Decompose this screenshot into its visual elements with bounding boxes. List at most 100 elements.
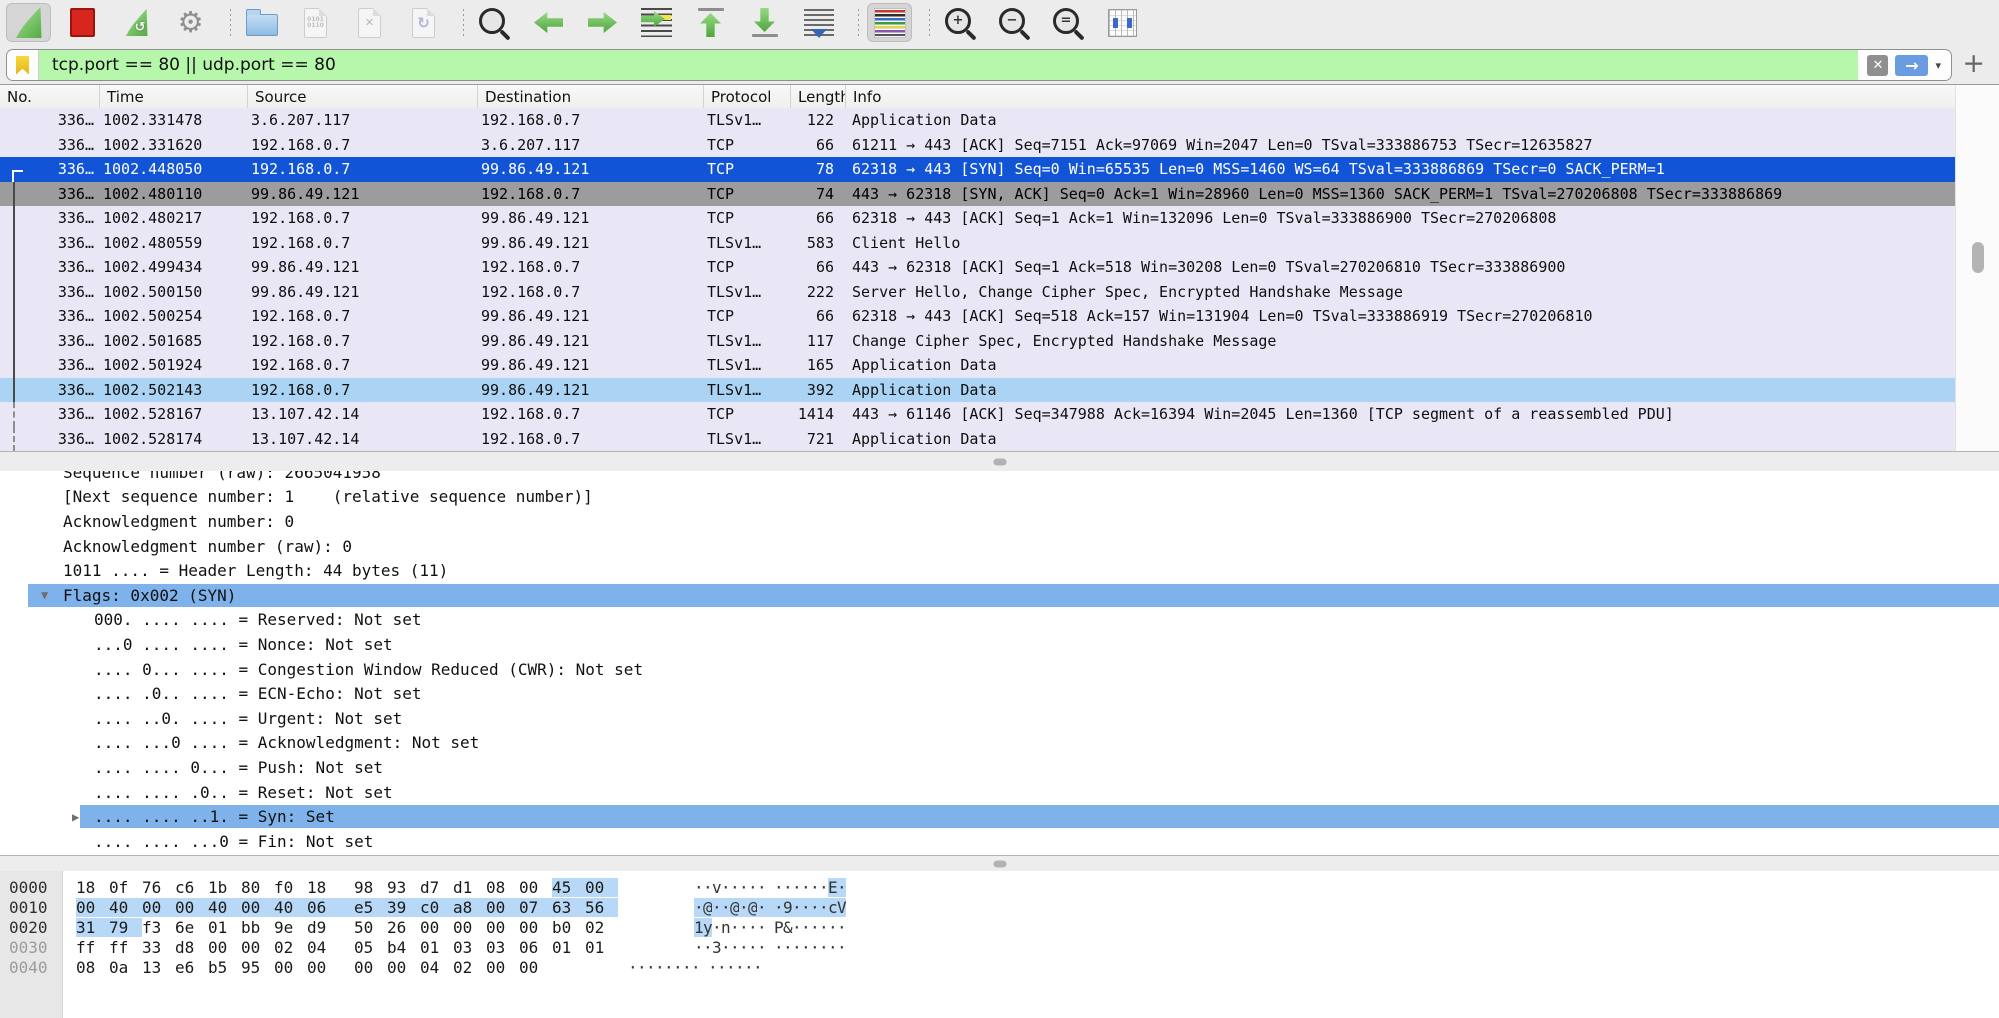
hex-byte[interactable]: 00 bbox=[519, 958, 552, 977]
hex-byte[interactable]: 00 bbox=[519, 878, 552, 897]
column-header-destination[interactable]: Destination bbox=[478, 85, 704, 108]
ascii-char[interactable]: · bbox=[801, 898, 810, 917]
ascii-char[interactable]: @ bbox=[703, 898, 712, 917]
ascii-char[interactable]: · bbox=[837, 878, 846, 897]
ascii-char[interactable]: · bbox=[801, 938, 810, 957]
ascii-char[interactable]: · bbox=[748, 938, 757, 957]
restart-capture-button[interactable]: ↺ bbox=[114, 3, 159, 42]
ascii-char[interactable]: · bbox=[828, 938, 837, 957]
hex-byte[interactable]: 31 bbox=[76, 918, 109, 937]
ascii-char[interactable]: · bbox=[757, 938, 766, 957]
packet-row[interactable]: 336…1002.501685192.168.0.799.86.49.121TL… bbox=[0, 329, 1956, 354]
start-capture-button[interactable] bbox=[6, 3, 51, 42]
ascii-char[interactable]: · bbox=[810, 878, 819, 897]
hex-byte[interactable]: 02 bbox=[453, 958, 486, 977]
hex-byte[interactable]: 95 bbox=[241, 958, 274, 977]
ascii-char[interactable]: · bbox=[748, 918, 757, 937]
go-last-button[interactable] bbox=[742, 3, 787, 42]
hex-byte[interactable]: 03 bbox=[453, 938, 486, 957]
hex-byte[interactable]: 13 bbox=[142, 958, 175, 977]
hex-byte[interactable]: 98 bbox=[354, 878, 387, 897]
zoom-original-button[interactable]: = bbox=[1046, 3, 1091, 42]
column-header-no[interactable]: No. bbox=[0, 85, 100, 108]
hex-byte[interactable]: 00 bbox=[175, 898, 208, 917]
hex-byte[interactable]: 6e bbox=[175, 918, 208, 937]
hex-row[interactable]: 0040080a13e6b5950000000004020000········… bbox=[0, 958, 1999, 978]
ascii-char[interactable]: · bbox=[774, 878, 783, 897]
ascii-char[interactable]: · bbox=[735, 958, 744, 977]
ascii-char[interactable]: · bbox=[703, 938, 712, 957]
close-file-button[interactable]: ✕ bbox=[347, 3, 392, 42]
hex-byte[interactable]: 26 bbox=[387, 918, 420, 937]
detail-line[interactable]: .... .0.. .... = ECN-Echo: Not set bbox=[0, 681, 1999, 706]
ascii-char[interactable]: 9 bbox=[783, 898, 792, 917]
hex-byte[interactable]: 00 bbox=[208, 938, 241, 957]
hex-byte[interactable]: 50 bbox=[354, 918, 387, 937]
detail-line[interactable]: 1011 .... = Header Length: 44 bytes (11) bbox=[0, 558, 1999, 583]
hex-byte[interactable]: 02 bbox=[274, 938, 307, 957]
resize-columns-button[interactable] bbox=[1100, 3, 1145, 42]
expand-open-icon[interactable]: ▼ bbox=[41, 588, 48, 602]
ascii-char[interactable]: · bbox=[726, 958, 735, 977]
ascii-char[interactable]: · bbox=[783, 878, 792, 897]
ascii-char[interactable]: · bbox=[721, 898, 730, 917]
column-header-source[interactable]: Source bbox=[248, 85, 478, 108]
hex-byte[interactable]: 00 bbox=[241, 938, 274, 957]
colorize-button[interactable] bbox=[867, 3, 912, 42]
ascii-char[interactable]: @ bbox=[730, 898, 739, 917]
ascii-char[interactable]: · bbox=[664, 958, 673, 977]
hex-byte[interactable]: 39 bbox=[387, 898, 420, 917]
ascii-char[interactable]: · bbox=[792, 918, 801, 937]
hex-byte[interactable]: 00 bbox=[354, 958, 387, 977]
reload-file-button[interactable]: ↻ bbox=[401, 3, 446, 42]
hex-byte[interactable]: 79 bbox=[109, 918, 142, 937]
go-first-button[interactable] bbox=[688, 3, 733, 42]
filter-add-button[interactable]: + bbox=[1962, 48, 1985, 79]
ascii-char[interactable]: · bbox=[628, 958, 637, 977]
ascii-char[interactable]: · bbox=[819, 878, 828, 897]
ascii-char[interactable]: · bbox=[721, 938, 730, 957]
auto-scroll-button[interactable] bbox=[796, 3, 841, 42]
pane-splitter-upper[interactable] bbox=[0, 451, 1999, 472]
ascii-char[interactable]: · bbox=[828, 918, 837, 937]
save-file-button[interactable]: 0101 0110 bbox=[293, 3, 338, 42]
hex-byte[interactable]: 06 bbox=[307, 898, 340, 917]
hex-byte[interactable]: 18 bbox=[307, 878, 340, 897]
hex-byte[interactable]: 01 bbox=[552, 938, 585, 957]
ascii-char[interactable]: · bbox=[739, 878, 748, 897]
ascii-char[interactable]: · bbox=[819, 938, 828, 957]
ascii-char[interactable]: · bbox=[810, 918, 819, 937]
hex-byte[interactable]: b4 bbox=[387, 938, 420, 957]
packet-row[interactable]: 336…1002.480559192.168.0.799.86.49.121TL… bbox=[0, 231, 1956, 256]
hex-byte[interactable]: 00 bbox=[519, 918, 552, 937]
ascii-char[interactable]: · bbox=[673, 958, 682, 977]
detail-line[interactable]: .... .... 0... = Push: Not set bbox=[0, 755, 1999, 780]
ascii-char[interactable]: · bbox=[717, 958, 726, 977]
hex-byte[interactable]: 18 bbox=[76, 878, 109, 897]
ascii-char[interactable]: · bbox=[757, 878, 766, 897]
hex-byte[interactable]: b0 bbox=[552, 918, 585, 937]
hex-byte[interactable]: f3 bbox=[142, 918, 175, 937]
hex-byte[interactable]: 1b bbox=[208, 878, 241, 897]
ascii-char[interactable]: · bbox=[774, 938, 783, 957]
hex-byte[interactable]: b5 bbox=[208, 958, 241, 977]
ascii-char[interactable]: · bbox=[730, 938, 739, 957]
hex-byte[interactable]: 02 bbox=[585, 918, 618, 937]
filter-dropdown-arrow-icon[interactable]: ▾ bbox=[1935, 59, 1941, 72]
hex-byte[interactable]: 00 bbox=[486, 958, 519, 977]
ascii-char[interactable]: · bbox=[801, 918, 810, 937]
ascii-char[interactable]: V bbox=[837, 898, 846, 917]
ascii-char[interactable]: n bbox=[721, 918, 730, 937]
detail-line[interactable]: Acknowledgment number: 0 bbox=[0, 509, 1999, 534]
packet-row[interactable]: 336…1002.52817413.107.42.14192.168.0.7TL… bbox=[0, 427, 1956, 452]
ascii-char[interactable]: · bbox=[682, 958, 691, 977]
hex-byte[interactable]: d8 bbox=[175, 938, 208, 957]
ascii-char[interactable]: · bbox=[637, 958, 646, 977]
ascii-char[interactable]: · bbox=[694, 878, 703, 897]
detail-line[interactable]: Sequence number (raw): 2665041958 bbox=[0, 471, 1999, 485]
hex-byte[interactable]: 0f bbox=[109, 878, 142, 897]
ascii-char[interactable]: · bbox=[810, 938, 819, 957]
detail-line[interactable]: ...0 .... .... = Nonce: Not set bbox=[0, 632, 1999, 657]
hex-byte[interactable]: 56 bbox=[585, 898, 618, 917]
ascii-char[interactable]: · bbox=[730, 918, 739, 937]
